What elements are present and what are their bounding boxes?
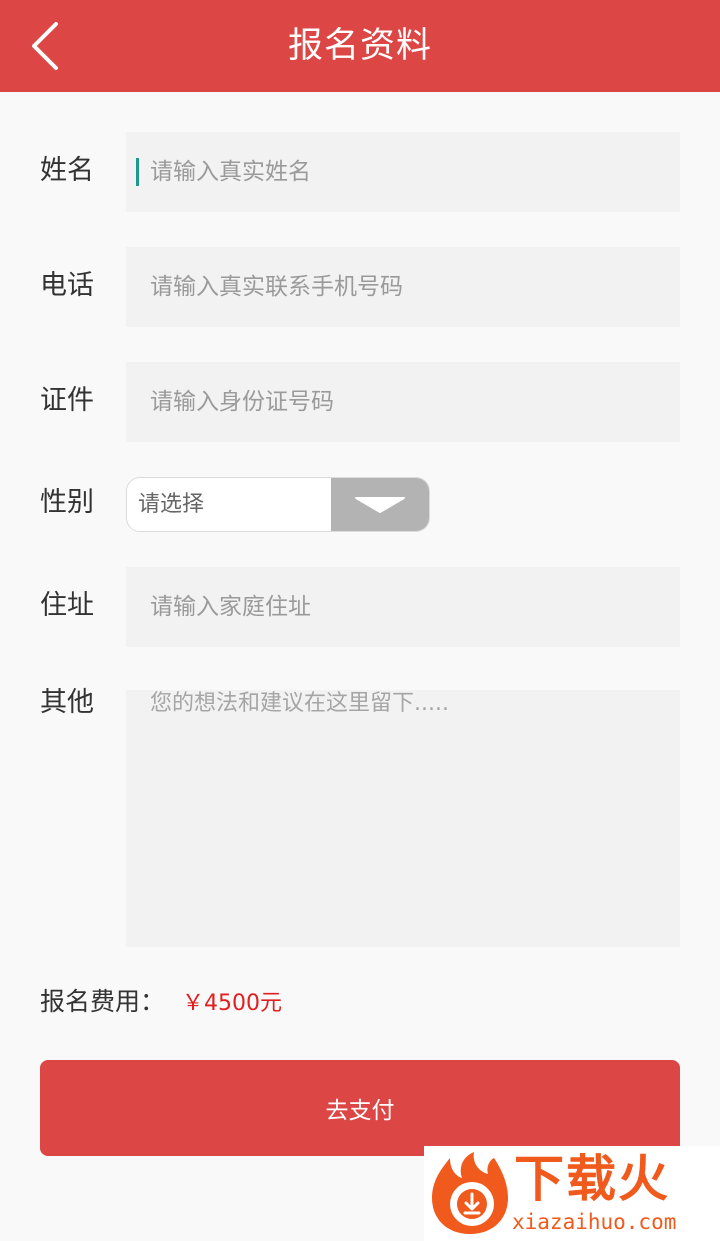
address-label: 住址	[40, 590, 94, 621]
watermark: 下载火 xiazaihuo.com	[424, 1146, 720, 1241]
triangle-down-icon	[355, 497, 405, 513]
gender-select-value: 请选择	[138, 492, 205, 517]
app-header: 报名资料	[0, 0, 720, 92]
id-card-input[interactable]	[126, 362, 680, 442]
page-title: 报名资料	[287, 26, 432, 66]
gender-label: 性别	[40, 487, 94, 518]
other-label: 其他	[40, 687, 94, 718]
address-input[interactable]	[126, 567, 680, 647]
phone-input[interactable]	[126, 247, 680, 327]
other-textarea[interactable]	[126, 690, 680, 947]
pay-button[interactable]: 去支付	[40, 1060, 680, 1156]
phone-label: 电话	[40, 270, 94, 301]
fee-value: ￥4500元	[182, 991, 282, 1016]
watermark-brand-cn: 下载火	[514, 1150, 670, 1208]
name-label: 姓名	[40, 155, 94, 186]
gender-dropdown-button[interactable]	[331, 478, 429, 531]
gender-select[interactable]: 请选择	[126, 477, 430, 532]
flame-download-logo-icon	[432, 1152, 508, 1234]
watermark-brand-en: xiazaihuo.com	[512, 1210, 677, 1234]
name-input[interactable]	[126, 132, 680, 212]
text-cursor	[136, 158, 139, 186]
fee-label: 报名费用：	[40, 987, 166, 1016]
id-card-label: 证件	[40, 385, 94, 416]
